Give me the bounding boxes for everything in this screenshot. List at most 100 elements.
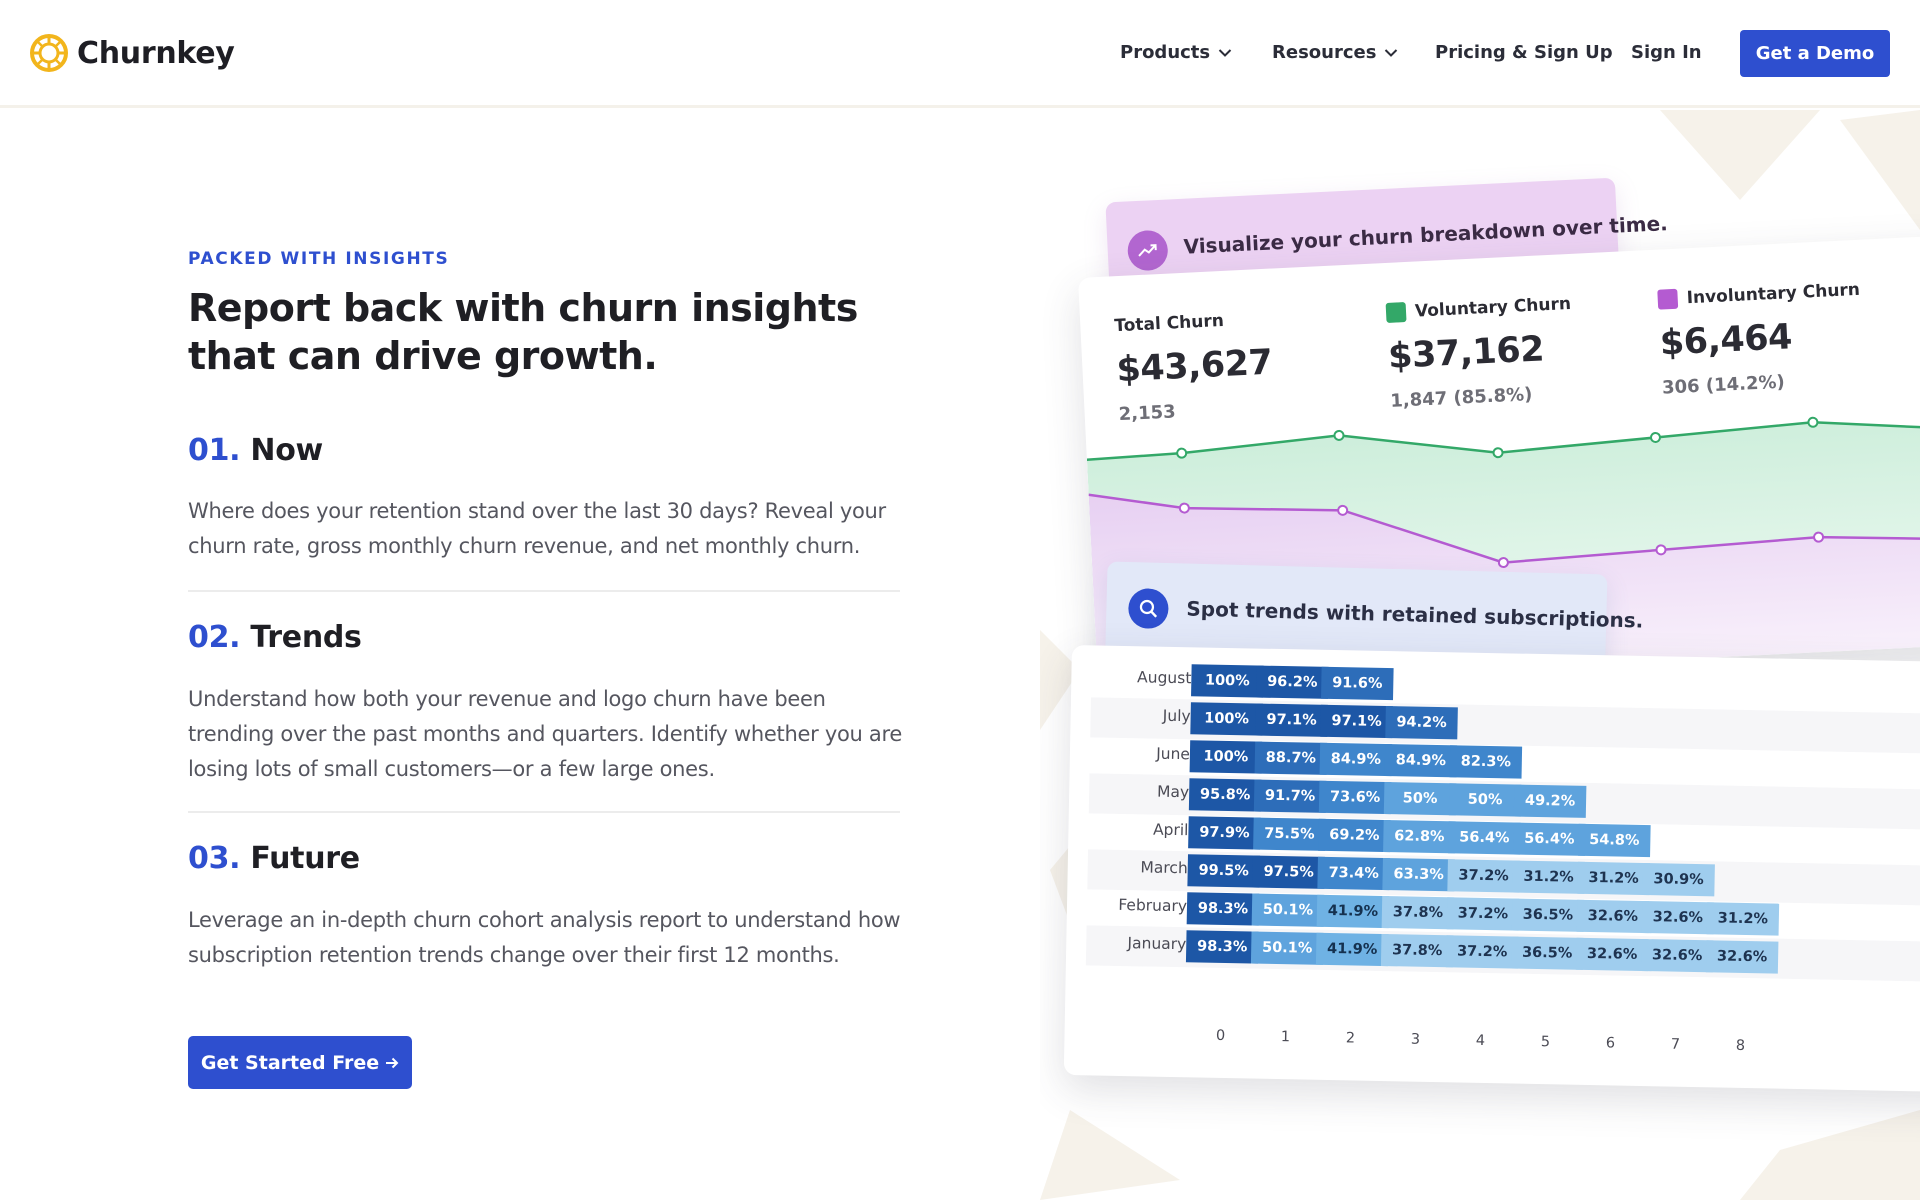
cohort-cell: 94.2% <box>1385 706 1458 740</box>
insight-trends-title: 02. Trends <box>188 620 362 655</box>
product-illustration: Visualize your churn breakdown over time… <box>1040 110 1920 1200</box>
get-started-button[interactable]: Get Started Free <box>188 1036 412 1089</box>
insight-future-title: 03. Future <box>188 841 360 876</box>
insight-number: 01. <box>188 433 241 468</box>
cohort-period-label: 0 <box>1215 1027 1226 1045</box>
data-point <box>1178 502 1190 514</box>
get-demo-button[interactable]: Get a Demo <box>1740 30 1890 77</box>
involuntary-churn-label: Involuntary Churn <box>1657 280 1860 310</box>
cohort-cell: 84.9% <box>1384 744 1458 778</box>
cohort-period-label: 7 <box>1670 1036 1681 1053</box>
voluntary-churn-label-text: Voluntary Churn <box>1414 293 1572 322</box>
total-churn-count: 2,153 <box>1118 401 1177 426</box>
data-point <box>1492 447 1504 459</box>
data-point <box>1176 447 1188 459</box>
cohort-cell: 97.1% <box>1320 704 1393 739</box>
cohort-cell: 41.9% <box>1315 932 1389 967</box>
chevron-down-icon <box>1385 48 1398 57</box>
voluntary-churn-count: 1,847 (85.8%) <box>1389 383 1533 412</box>
cohort-cell: 37.8% <box>1381 896 1455 930</box>
cohort-cell: 32.6% <box>1575 937 1649 972</box>
cohort-cell: 50% <box>1448 783 1522 817</box>
cohort-cell: 75.5% <box>1253 817 1326 851</box>
cohort-cell: 88.7% <box>1254 741 1328 775</box>
insight-number: 03. <box>188 841 241 876</box>
cohort-cell: 49.2% <box>1513 784 1587 818</box>
cohort-cell: 100% <box>1191 664 1264 698</box>
insight-title-text: Now <box>250 433 323 468</box>
cohort-caption: Spot trends with retained subscriptions. <box>1186 596 1644 633</box>
cohort-cell: 32.6% <box>1640 938 1714 973</box>
cohort-month-label: March <box>1140 858 1188 878</box>
cohort-cell: 37.2% <box>1447 859 1520 893</box>
nav-pricing[interactable]: Pricing & Sign Up <box>1435 42 1613 63</box>
cohort-cell: 41.9% <box>1316 894 1390 929</box>
arrow-right-icon <box>386 1057 399 1068</box>
cohort-period-label: 6 <box>1605 1035 1616 1052</box>
cohort-cell: 36.5% <box>1511 898 1585 932</box>
involuntary-churn-stat: Involuntary Churn $6,464 306 (14.2%) <box>1657 280 1864 399</box>
cohort-period-label: 3 <box>1410 1031 1421 1048</box>
involuntary-legend-swatch <box>1657 288 1679 310</box>
involuntary-churn-label-text: Involuntary Churn <box>1686 279 1861 309</box>
cohort-cell: 98.3% <box>1186 892 1260 926</box>
cohort-month-label: August <box>1136 668 1192 688</box>
insight-number: 02. <box>188 620 241 655</box>
cohort-cell: 30.9% <box>1642 863 1715 897</box>
nav-pricing-label: Pricing & Sign Up <box>1435 42 1613 63</box>
section-divider <box>188 590 900 592</box>
cohort-month-label: July <box>1162 706 1191 726</box>
cohort-cell: 69.2% <box>1318 818 1391 853</box>
data-point <box>1649 431 1661 443</box>
cohort-cell: 50% <box>1383 782 1457 816</box>
cohort-month-label: January <box>1127 934 1187 954</box>
insight-now-body: Where does your retention stand over the… <box>188 499 886 558</box>
nav-resources-label: Resources <box>1272 42 1377 63</box>
cohort-cell: 50.1% <box>1251 893 1325 927</box>
cohort-cell: 98.3% <box>1185 930 1259 964</box>
cohort-month-label: May <box>1156 782 1190 802</box>
cohort-cell: 73.4% <box>1317 856 1390 891</box>
nav-sign-in[interactable]: Sign In <box>1631 42 1702 63</box>
cohort-cell: 62.8% <box>1383 820 1456 854</box>
cohort-cell: 31.2% <box>1512 860 1585 894</box>
voluntary-churn-value: $37,162 <box>1387 329 1545 377</box>
section-eyebrow: PACKED WITH INSIGHTS <box>188 249 450 269</box>
cohort-cell: 96.2% <box>1256 665 1329 699</box>
data-point <box>1807 416 1819 428</box>
cohort-cell: 37.8% <box>1380 933 1454 968</box>
data-point <box>1655 544 1667 556</box>
cohort-cell: 32.6% <box>1641 900 1715 935</box>
cohort-cell: 32.6% <box>1705 940 1779 974</box>
total-churn-stat: Total Churn $43,627 2,153 <box>1114 309 1275 425</box>
cohort-cell: 91.6% <box>1321 666 1394 701</box>
total-churn-value: $43,627 <box>1115 342 1274 391</box>
chevron-down-icon <box>1218 48 1232 57</box>
cohort-cell: 37.2% <box>1445 935 1519 969</box>
nav-products[interactable]: Products <box>1120 42 1232 63</box>
nav-sign-in-label: Sign In <box>1631 42 1702 63</box>
data-point <box>1333 429 1345 441</box>
cohort-cell: 54.8% <box>1578 823 1651 858</box>
total-churn-label: Total Churn <box>1113 310 1225 337</box>
nav-products-label: Products <box>1120 42 1211 63</box>
cohort-period-label: 4 <box>1475 1032 1486 1050</box>
get-started-label: Get Started Free <box>200 1051 380 1074</box>
voluntary-legend-swatch <box>1385 302 1407 323</box>
brand-logo[interactable]: Churnkey <box>29 33 235 73</box>
cohort-cell: 100% <box>1190 702 1263 736</box>
insight-future-body: Leverage an in-depth churn cohort analys… <box>188 908 901 967</box>
data-point <box>1813 531 1825 543</box>
cohort-cell: 56.4% <box>1513 822 1586 856</box>
nav-resources[interactable]: Resources <box>1272 42 1398 63</box>
data-point <box>1497 557 1509 569</box>
involuntary-churn-value: $6,464 <box>1658 317 1793 364</box>
cohort-cell: 31.2% <box>1706 902 1780 936</box>
cohort-cell: 97.9% <box>1188 816 1261 850</box>
breakdown-caption: Visualize your churn breakdown over time… <box>1183 211 1669 259</box>
cohort-cell: 97.5% <box>1252 855 1325 889</box>
involuntary-churn-count: 306 (14.2%) <box>1661 371 1786 399</box>
cohort-cell: 56.4% <box>1448 821 1521 855</box>
voluntary-churn-stat: Voluntary Churn $37,162 1,847 (85.8%) <box>1385 293 1576 412</box>
cohort-month-label: April <box>1152 820 1189 840</box>
